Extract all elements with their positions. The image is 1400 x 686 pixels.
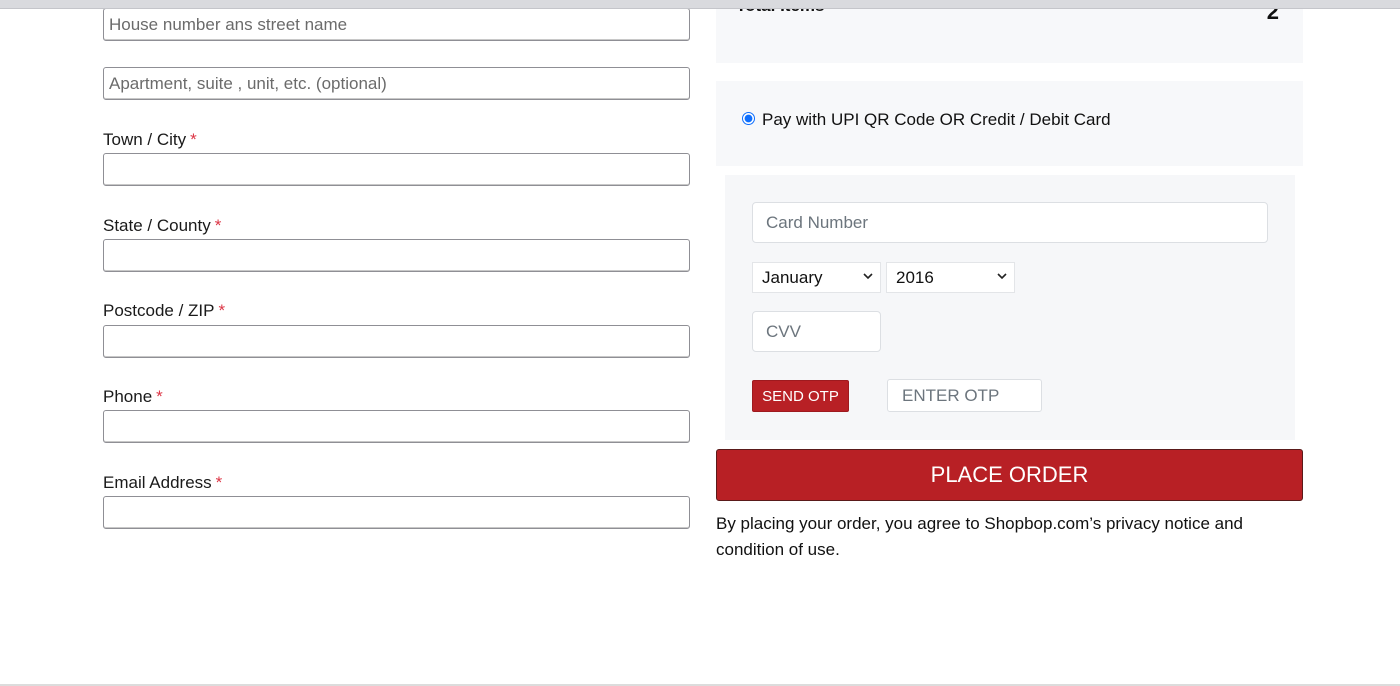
phone-label-text: Phone	[103, 387, 153, 406]
payment-method-panel: Pay with UPI QR Code OR Credit / Debit C…	[716, 81, 1303, 166]
street-address-input[interactable]	[103, 8, 690, 41]
town-city-label-text: Town / City	[103, 130, 187, 149]
postcode-zip-label: Postcode / ZIP *	[103, 301, 225, 321]
order-legal-notice: By placing your order, you agree to Shop…	[716, 514, 1243, 559]
postcode-zip-input[interactable]	[103, 325, 690, 358]
chevron-down-icon	[863, 273, 873, 280]
required-marker: *	[215, 473, 223, 492]
required-marker: *	[156, 387, 163, 406]
phone-label: Phone *	[103, 387, 163, 407]
expiry-month-value: January	[762, 268, 823, 287]
state-county-input[interactable]	[103, 239, 690, 272]
email-address-label-text: Email Address	[103, 473, 212, 492]
chevron-down-icon	[997, 273, 1007, 280]
expiry-year-value: 2016	[896, 268, 934, 287]
pay-upi-card-radio[interactable]	[742, 112, 755, 125]
expiry-year-select[interactable]: 2016	[886, 262, 1015, 293]
order-summary-panel: Total Items 2	[716, 0, 1303, 63]
state-county-label-text: State / County	[103, 216, 211, 235]
town-city-label: Town / City *	[103, 130, 197, 150]
card-details-panel: January 2016 SEND OTP	[725, 175, 1295, 440]
required-marker: *	[190, 130, 197, 149]
required-marker: *	[214, 216, 222, 235]
email-address-input[interactable]	[103, 496, 690, 529]
state-county-label: State / County *	[103, 216, 221, 236]
apartment-input[interactable]	[103, 67, 690, 100]
town-city-input[interactable]	[103, 153, 690, 186]
postcode-zip-label-text: Postcode / ZIP	[103, 301, 215, 320]
browser-top-edge	[0, 0, 1400, 9]
card-number-input[interactable]	[752, 202, 1268, 243]
email-address-label: Email Address *	[103, 473, 222, 493]
pay-method-label[interactable]: Pay with UPI QR Code OR Credit / Debit C…	[762, 110, 1111, 130]
send-otp-button[interactable]: SEND OTP	[752, 380, 849, 412]
cvv-input[interactable]	[752, 311, 881, 352]
otp-input[interactable]	[887, 379, 1042, 412]
place-order-button[interactable]: PLACE ORDER	[716, 449, 1303, 501]
phone-input[interactable]	[103, 410, 690, 443]
required-marker: *	[218, 301, 226, 320]
expiry-month-select[interactable]: January	[752, 262, 881, 293]
